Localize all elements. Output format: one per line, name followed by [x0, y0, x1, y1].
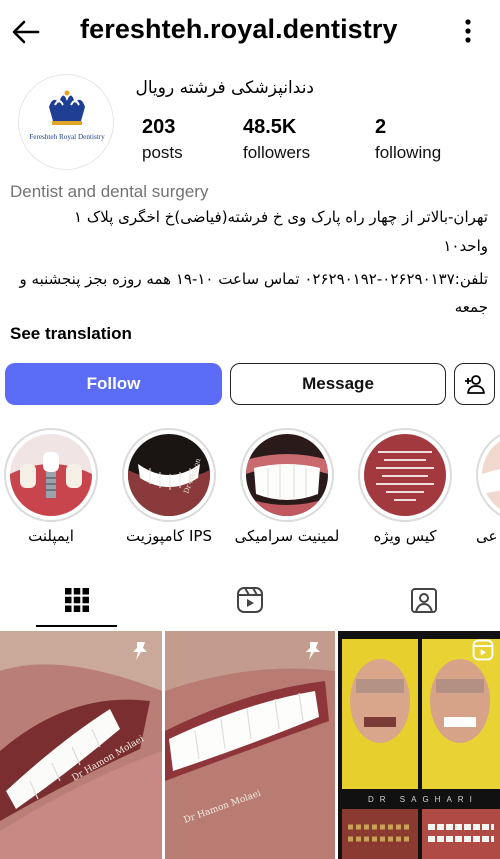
see-translation-link[interactable]: See translation: [10, 324, 132, 344]
post-thumbnail[interactable]: Dr Hamon Molaei: [0, 631, 162, 859]
composite-thumbnail: Dr Hamon: [128, 434, 210, 516]
pin-icon: [306, 642, 320, 660]
laminate-thumbnail: [246, 434, 328, 516]
arrow-left-icon[interactable]: [8, 14, 44, 50]
special-case-thumbnail: [364, 434, 446, 516]
bio-line: واحد۱۰: [443, 237, 488, 255]
follow-button[interactable]: Follow: [5, 363, 222, 405]
display-name: دندانپزشکی فرشته رویال: [135, 78, 314, 98]
bio-line: جمعه: [454, 298, 488, 316]
stat-followers-label: followers: [243, 143, 311, 162]
highlight-composite[interactable]: Dr Hamon کامپوزیت IPS: [122, 428, 216, 545]
stat-posts-value: 203: [142, 116, 176, 138]
post-thumbnail[interactable]: Dr Hamon Molaei: [165, 631, 335, 859]
pin-icon: [133, 642, 147, 660]
stat-followers[interactable]: 48.5K followers: [243, 116, 310, 163]
highlight-label: عی: [476, 527, 498, 545]
stat-following-label: following: [375, 143, 442, 162]
add-person-icon: [464, 375, 485, 394]
post-grid: Dr Hamon Molaei Dr Hamon Molaei DR SAGHA…: [0, 631, 500, 859]
highlight-label: لمینیت سرامیکی: [234, 527, 340, 545]
profile-category: Dentist and dental surgery: [10, 182, 209, 201]
reels-icon: [472, 639, 494, 661]
highlight-label: کامپوزیت IPS: [126, 527, 212, 545]
tab-reels[interactable]: [222, 575, 278, 625]
highlight-partial[interactable]: عی: [476, 428, 500, 568]
post-thumbnail[interactable]: DR SAGHARI: [338, 631, 500, 859]
stat-followers-value: 48.5K: [243, 116, 297, 138]
tab-tagged[interactable]: [396, 575, 452, 625]
profile-username: fereshteh.royal.dentistry: [80, 14, 398, 44]
logo-text: Fereshteh Royal Dentistry: [29, 133, 105, 141]
suggested-accounts-button[interactable]: [454, 363, 495, 405]
implant-thumbnail: [10, 434, 92, 516]
crown-logo-icon: Fereshteh Royal Dentistry: [29, 90, 105, 141]
highlight-label: ایمپلنت: [28, 527, 74, 545]
highlight-label: کیس ویژه: [373, 527, 437, 545]
bio-line: تهران-بالاتر از چهار راه پارک وی خ فرشته…: [74, 208, 488, 226]
stat-posts[interactable]: 203 posts: [142, 116, 183, 163]
top-bar: fereshteh.royal.dentistry: [0, 0, 500, 62]
vertical-dots-icon[interactable]: [452, 14, 484, 48]
profile-avatar[interactable]: Fereshteh Royal Dentistry: [18, 74, 114, 170]
grid-icon: [65, 588, 89, 612]
highlight-implant[interactable]: ایمپلنت: [4, 428, 98, 545]
stat-following[interactable]: 2 following: [375, 116, 441, 163]
partial-thumbnail: [482, 434, 500, 516]
highlight-special-case[interactable]: کیس ویژه: [358, 428, 452, 545]
active-tab-indicator: [36, 625, 117, 627]
stat-posts-label: posts: [142, 143, 183, 162]
tab-posts-grid[interactable]: [49, 575, 105, 625]
post-watermark: DR SAGHARI: [368, 795, 478, 804]
message-button[interactable]: Message: [230, 363, 446, 405]
reels-icon: [237, 587, 263, 613]
tagged-user-icon: [411, 588, 437, 613]
profile-tabs: [0, 575, 500, 629]
bio-line: تلفن:۰۲۶۲۹۰۱۳۷-۰۲۶۲۹۰۱۹۲ تماس ساعت ۱۰-۱۹…: [19, 270, 488, 288]
stat-following-value: 2: [375, 116, 387, 138]
highlight-laminate[interactable]: لمینیت سرامیکی: [235, 428, 339, 545]
